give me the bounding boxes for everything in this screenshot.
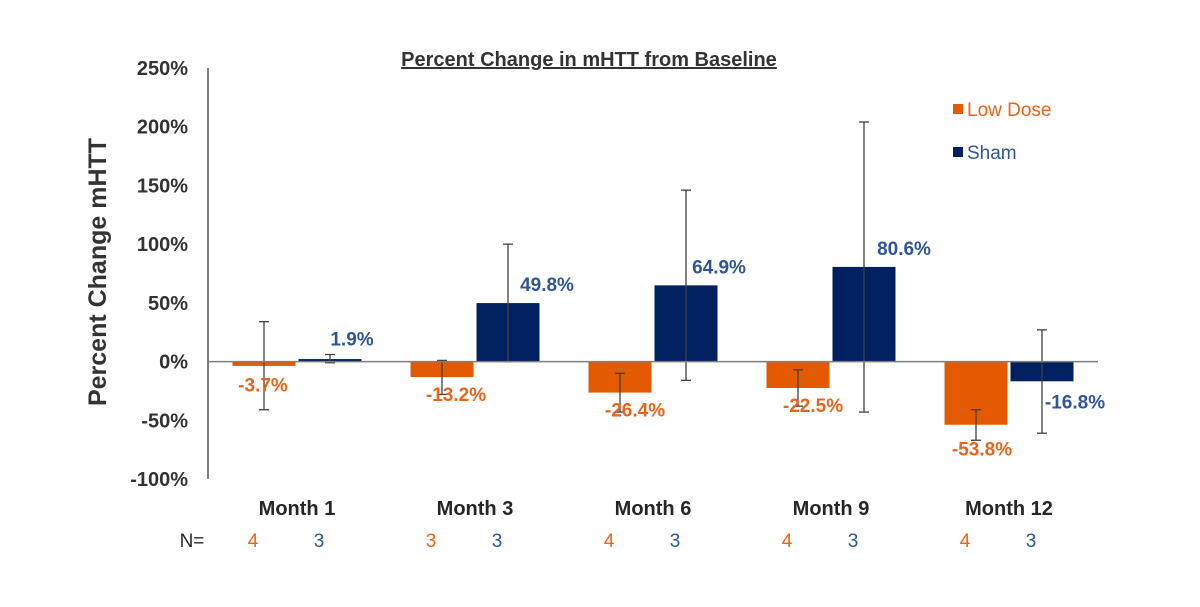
y-tick-label: -100% <box>130 469 188 491</box>
y-tick-label: 250% <box>137 58 188 80</box>
n-value-low-dose-month-1: 4 <box>248 531 259 552</box>
n-value-low-dose-month-3: 3 <box>426 531 437 552</box>
y-axis-label: Percent Change mHTT <box>84 138 112 406</box>
n-value-low-dose-month-12: 4 <box>960 531 971 552</box>
chart-title: Percent Change in mHTT from Baseline <box>401 49 777 71</box>
error-bars <box>259 121 1047 441</box>
x-tick-label: Month 3 <box>437 498 514 520</box>
n-value-low-dose-month-6: 4 <box>604 531 615 552</box>
data-label-low-dose-month-12: -53.8% <box>952 440 1012 461</box>
data-label-sham-month-12: -16.8% <box>1045 393 1105 414</box>
legend-item-sham: Sham <box>953 143 1017 164</box>
n-value-sham-month-12: 3 <box>1026 531 1037 552</box>
x-tick-label: Month 6 <box>615 498 692 520</box>
x-tick-label: Month 1 <box>259 498 336 520</box>
y-tick-label: 50% <box>148 293 188 315</box>
n-value-low-dose-month-9: 4 <box>782 531 793 552</box>
data-label-sham-month-6: 64.9% <box>692 257 746 278</box>
y-tick-label: 100% <box>137 234 188 256</box>
bar-chart: Percent Change in mHTT from Baseline Per… <box>84 49 1105 552</box>
legend-item-low-dose: Low Dose <box>953 100 1052 121</box>
x-tick-label: Month 9 <box>793 498 870 520</box>
x-axis-ticks: Month 1 Month 3 Month 6 Month 9 Month 12 <box>259 498 1053 520</box>
n-prefix-label: N= <box>180 531 205 552</box>
error-bar-sham-month-12 <box>1037 329 1047 434</box>
data-label-sham-month-3: 49.8% <box>520 275 574 296</box>
legend-swatch-low-dose <box>953 104 963 114</box>
legend-label-low-dose: Low Dose <box>967 100 1052 121</box>
y-tick-label: -50% <box>141 410 188 432</box>
sample-size-row: N= 4 3 4 4 4 3 3 3 3 3 <box>180 531 1037 552</box>
n-value-sham-month-9: 3 <box>848 531 859 552</box>
data-label-sham-month-1: 1.9% <box>330 330 373 351</box>
data-label-low-dose-month-3: -13.2% <box>426 385 486 406</box>
y-tick-label: 200% <box>137 117 188 139</box>
data-label-low-dose-month-1: -3.7% <box>238 376 288 397</box>
legend-swatch-sham <box>953 147 963 157</box>
data-label-low-dose-month-9: -22.5% <box>783 396 843 417</box>
y-tick-label: 0% <box>159 352 188 374</box>
legend: Low Dose Sham <box>953 100 1052 164</box>
data-label-sham-month-9: 80.6% <box>877 239 931 260</box>
n-value-sham-month-6: 3 <box>670 531 681 552</box>
data-label-low-dose-month-6: -26.4% <box>605 401 665 422</box>
y-tick-label: 150% <box>137 175 188 197</box>
n-value-sham-month-1: 3 <box>314 531 325 552</box>
y-axis-ticks: 250% 200% 150% 100% 50% 0% -50% -100% <box>130 58 188 491</box>
x-tick-label: Month 12 <box>965 498 1053 520</box>
n-value-sham-month-3: 3 <box>492 531 503 552</box>
legend-label-sham: Sham <box>967 143 1017 164</box>
